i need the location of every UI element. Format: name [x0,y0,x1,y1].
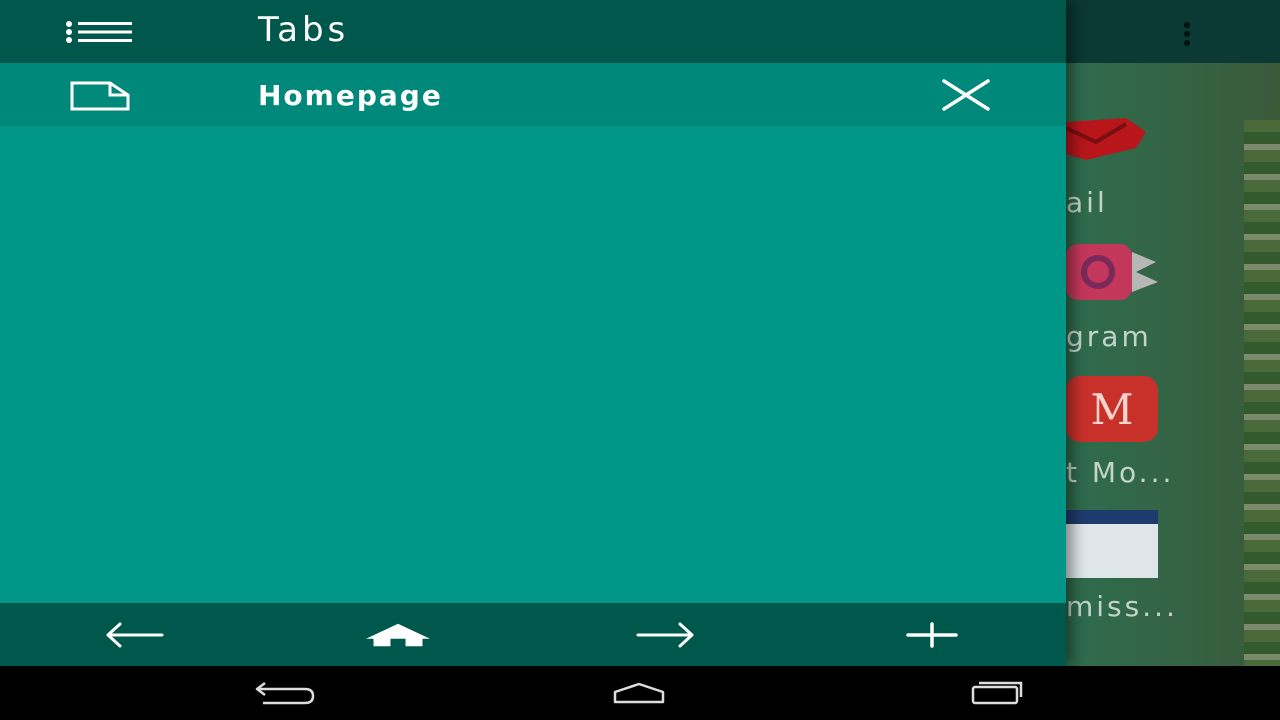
new-tab-button[interactable] [900,615,964,655]
drawer-header: Tabs [0,0,1066,63]
system-recents-button[interactable] [960,676,1030,710]
forward-button[interactable] [634,615,698,655]
shortcut-label: gram [1066,320,1152,353]
system-home-icon [613,682,665,704]
shortcut-gmail[interactable]: ail [1066,118,1246,219]
mail-logo-icon: M [1066,376,1158,442]
website-thumbnail-icon [1066,510,1158,578]
background-wallpaper [1244,120,1280,666]
drawer-footer [0,603,1066,666]
tab-label: Homepage [258,79,443,112]
more-vertical-icon[interactable] [1180,22,1194,46]
tabs-drawer: Tabs Homepage [0,0,1066,666]
system-nav-bar [0,666,1280,720]
system-home-button[interactable] [604,676,674,710]
gmail-logo-icon [1066,118,1146,160]
list-icon[interactable] [66,20,134,44]
arrow-right-icon [636,622,694,648]
system-recents-icon [971,681,1023,705]
shortcut-admission[interactable]: miss... [1066,510,1246,623]
instagram-logo-icon [1066,244,1158,300]
home-icon [366,623,430,647]
drawer-title: Tabs [258,10,350,50]
shortcut-label: ail [1066,186,1108,219]
close-icon[interactable] [938,77,994,113]
shortcut-instagram[interactable]: gram [1066,242,1246,353]
home-button[interactable] [366,615,430,655]
plus-icon [906,622,958,648]
shortcut-label: t Mo... [1066,456,1175,489]
shortcut-label: miss... [1066,590,1178,623]
system-back-button[interactable] [250,676,320,710]
system-back-icon [255,682,315,705]
tab-item-homepage[interactable]: Homepage [0,63,1066,126]
arrow-left-icon [106,622,164,648]
back-button[interactable] [102,615,166,655]
shortcut-mail[interactable]: M t Mo... [1066,376,1246,489]
page-icon [70,81,130,111]
